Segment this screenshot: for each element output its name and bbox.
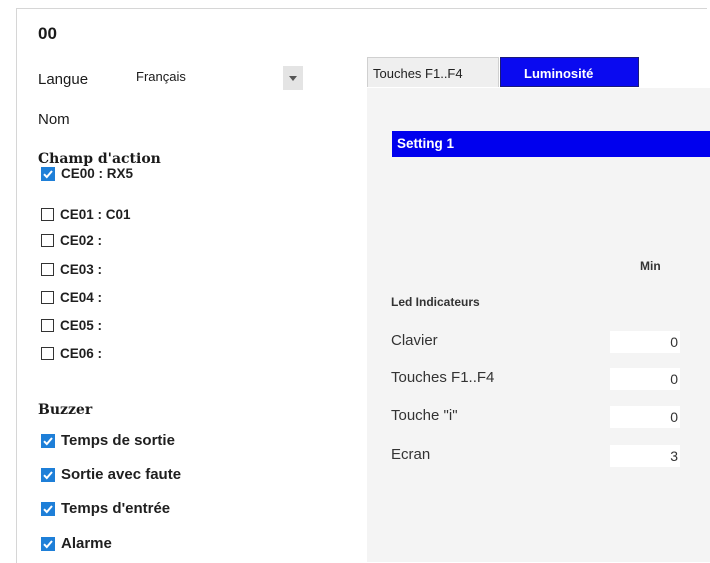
champ-action-item[interactable]: CE05 : <box>41 318 102 333</box>
langue-value: Français <box>136 69 186 84</box>
page-title: 00 <box>38 24 57 43</box>
chevron-down-icon <box>289 76 297 81</box>
checkbox-unchecked[interactable] <box>41 208 54 221</box>
champ-action-item[interactable]: CE00 : RX5 <box>41 166 133 181</box>
param-label-ecran: Ecran <box>391 446 431 463</box>
param-label-touche-i: Touche "i" <box>391 407 458 424</box>
tab-luminosite[interactable]: Luminosité <box>500 57 639 87</box>
checkbox-label: Alarme <box>61 535 112 552</box>
checkbox-unchecked[interactable] <box>41 263 54 276</box>
checkbox-checked[interactable] <box>41 501 55 516</box>
checkbox-label: Sortie avec faute <box>61 466 182 483</box>
checkbox-checked[interactable] <box>41 166 55 181</box>
checkbox-label: Temps de sortie <box>61 432 175 449</box>
checkbox-label: CE01 : C01 <box>60 207 131 222</box>
checkbox-checked[interactable] <box>41 536 55 551</box>
champ-action-title: Champ d'action <box>38 151 161 167</box>
buzzer-item[interactable]: Sortie avec faute <box>41 466 181 483</box>
touches-min-input[interactable]: 0 <box>610 368 680 390</box>
checkbox-unchecked[interactable] <box>41 347 54 360</box>
led-indicateurs-label: Led Indicateurs <box>391 295 480 309</box>
ecran-min-input[interactable]: 3 <box>610 445 680 467</box>
checkbox-unchecked[interactable] <box>41 234 54 247</box>
checkbox-checked[interactable] <box>41 467 55 482</box>
checkbox-label: CE03 : <box>60 262 103 277</box>
setting-header[interactable]: Setting 1 <box>392 131 710 157</box>
champ-action-item[interactable]: CE06 : <box>41 346 102 361</box>
param-label-touches: Touches F1..F4 <box>391 369 495 386</box>
setting-title: Setting 1 <box>397 136 455 151</box>
champ-action-item[interactable]: CE02 : <box>41 233 102 248</box>
langue-dropdown-button[interactable] <box>283 66 303 90</box>
checkmark-icon <box>43 539 53 548</box>
nom-label: Nom <box>38 111 70 128</box>
tab-label: Luminosité <box>524 66 594 81</box>
checkbox-unchecked[interactable] <box>41 319 54 332</box>
champ-action-item[interactable]: CE01 : C01 <box>41 207 131 222</box>
langue-label: Langue <box>38 71 89 88</box>
checkbox-label: CE04 : <box>60 290 103 305</box>
checkmark-icon <box>43 470 53 479</box>
luminosite-panel <box>367 88 710 562</box>
column-header-min: Min <box>640 259 661 273</box>
checkmark-icon <box>43 436 53 445</box>
tab-label: Touches F1..F4 <box>373 66 463 81</box>
checkbox-label: CE02 : <box>60 233 103 248</box>
clavier-min-input[interactable]: 0 <box>610 331 680 353</box>
champ-action-item[interactable]: CE03 : <box>41 262 102 277</box>
champ-action-item[interactable]: CE04 : <box>41 290 102 305</box>
langue-select[interactable]: Français <box>128 66 303 90</box>
checkbox-checked[interactable] <box>41 433 55 448</box>
checkbox-label: CE05 : <box>60 318 103 333</box>
buzzer-item[interactable]: Temps d'entrée <box>41 500 170 517</box>
checkbox-label: CE06 : <box>60 346 103 361</box>
tab-touches[interactable]: Touches F1..F4 <box>367 57 499 87</box>
buzzer-title: Buzzer <box>38 402 93 418</box>
param-label-clavier: Clavier <box>391 332 438 349</box>
checkmark-icon <box>43 504 53 513</box>
checkbox-label: CE00 : RX5 <box>61 166 134 181</box>
checkmark-icon <box>43 169 53 178</box>
buzzer-item[interactable]: Alarme <box>41 535 112 552</box>
checkbox-unchecked[interactable] <box>41 291 54 304</box>
buzzer-item[interactable]: Temps de sortie <box>41 432 175 449</box>
checkbox-label: Temps d'entrée <box>61 500 171 517</box>
touche-i-min-input[interactable]: 0 <box>610 406 680 428</box>
